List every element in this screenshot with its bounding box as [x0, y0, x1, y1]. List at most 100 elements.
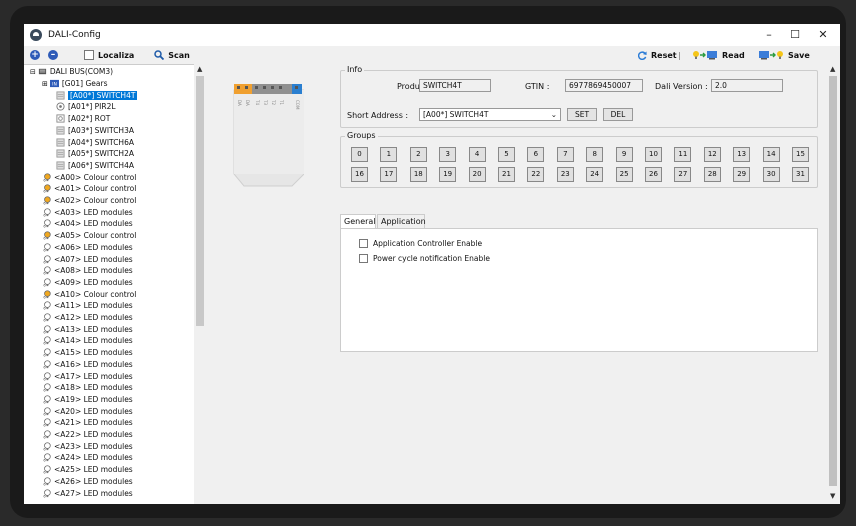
group-button[interactable]: 3: [439, 147, 457, 162]
tree-gear-item[interactable]: 6 <A25> LED modules: [42, 464, 132, 476]
tab-general[interactable]: General: [340, 214, 376, 228]
group-button[interactable]: 9: [615, 147, 633, 162]
group-button[interactable]: 10: [645, 147, 662, 162]
tree-gear-item[interactable]: 6 <A05> Colour control: [42, 230, 136, 242]
short-address-select[interactable]: [A00*] SWITCH4T ⌄: [419, 108, 561, 121]
tree-gear-item[interactable]: 6 <A13> LED modules: [42, 323, 132, 335]
group-button[interactable]: 24: [586, 167, 604, 182]
group-button[interactable]: 31: [792, 167, 809, 182]
group-button[interactable]: 17: [380, 167, 398, 182]
tree-gear-item[interactable]: 6 <A27> LED modules: [42, 487, 132, 499]
expand-toggle[interactable]: ⊞: [42, 80, 48, 88]
group-button[interactable]: 12: [703, 147, 721, 162]
group-button[interactable]: 18: [409, 167, 427, 182]
tree-gear-item[interactable]: 6 <A06> LED modules: [42, 242, 132, 254]
tree-scroll-thumb[interactable]: [196, 76, 204, 326]
tree-device-item[interactable]: [A05*] SWITCH2A: [56, 148, 134, 160]
power-cycle-row[interactable]: Power cycle notification Enable: [359, 254, 490, 263]
tree-gear-item[interactable]: 6 <A10> Colour control: [42, 288, 136, 300]
tree-gear-item[interactable]: 6 <A20> LED modules: [42, 405, 132, 417]
tree-device-item[interactable]: [A01*] PIR2L: [56, 101, 116, 113]
app-controller-row[interactable]: Application Controller Enable: [359, 239, 482, 248]
tree-gear-item[interactable]: 6 <A23> LED modules: [42, 440, 132, 452]
group-button[interactable]: 22: [527, 167, 545, 182]
power-cycle-checkbox[interactable]: [359, 254, 368, 263]
group-button[interactable]: 4: [468, 147, 486, 162]
tab-application[interactable]: Application: [377, 214, 426, 228]
scroll-up-arrow[interactable]: ▲: [197, 65, 202, 73]
set-button[interactable]: SET: [567, 108, 597, 121]
group-button[interactable]: 19: [439, 167, 457, 182]
reset-button[interactable]: Reset: [638, 51, 677, 60]
group-button[interactable]: 13: [733, 147, 751, 162]
tree-scrollbar[interactable]: ▲: [194, 64, 206, 504]
tree-gear-item[interactable]: 6 <A15> LED modules: [42, 347, 132, 359]
group-button[interactable]: 25: [615, 167, 633, 182]
save-button[interactable]: Save: [758, 50, 810, 60]
tree-device-item[interactable]: [A00*] SWITCH4T: [56, 89, 138, 101]
tree-gears[interactable]: ⊞ IN [G01] Gears: [42, 78, 107, 90]
tree-gear-item[interactable]: 6 <A00> Colour control: [42, 171, 136, 183]
group-button[interactable]: 26: [645, 167, 662, 182]
device-tree[interactable]: ⊟ DALI BUS(COM3) ⊞ IN [G01] Gears [A00*]…: [24, 64, 206, 504]
group-button[interactable]: 0: [351, 147, 368, 162]
minimize-button[interactable]: –: [760, 26, 778, 44]
maximize-button[interactable]: ☐: [786, 26, 804, 44]
group-button[interactable]: 1: [380, 147, 398, 162]
tree-gear-item[interactable]: 6 <A01> Colour control: [42, 183, 136, 195]
tree-gear-item[interactable]: 6 <A19> LED modules: [42, 394, 132, 406]
tree-gear-item[interactable]: 6 <A07> LED modules: [42, 253, 132, 265]
group-button[interactable]: 14: [762, 147, 780, 162]
group-button[interactable]: 23: [556, 167, 574, 182]
group-button[interactable]: 15: [792, 147, 809, 162]
del-button[interactable]: DEL: [603, 108, 633, 121]
group-button[interactable]: 7: [556, 147, 574, 162]
group-button[interactable]: 30: [762, 167, 780, 182]
group-button[interactable]: 27: [674, 167, 692, 182]
group-button[interactable]: 29: [733, 167, 751, 182]
group-button[interactable]: 20: [468, 167, 486, 182]
group-button[interactable]: 28: [703, 167, 721, 182]
group-button[interactable]: 5: [498, 147, 515, 162]
tree-device-item[interactable]: [A06*] SWITCH4A: [56, 160, 134, 172]
close-button[interactable]: ✕: [814, 26, 832, 44]
group-button[interactable]: 6: [527, 147, 545, 162]
tree-gear-item[interactable]: 6 <A12> LED modules: [42, 312, 132, 324]
tree-gear-item[interactable]: 6 <A16> LED modules: [42, 359, 132, 371]
tree-gear-item[interactable]: 6 <A11> LED modules: [42, 300, 132, 312]
app-controller-checkbox[interactable]: [359, 239, 368, 248]
group-button[interactable]: 2: [409, 147, 427, 162]
tree-gear-item[interactable]: 6 <A18> LED modules: [42, 382, 132, 394]
tree-gear-item[interactable]: 6 <A08> LED modules: [42, 265, 132, 277]
tree-gear-item[interactable]: 6 <A09> LED modules: [42, 277, 132, 289]
group-button[interactable]: 21: [498, 167, 515, 182]
tree-gear-item[interactable]: 6 <A21> LED modules: [42, 417, 132, 429]
tree-gear-item[interactable]: 6 <A04> LED modules: [42, 218, 132, 230]
group-button[interactable]: 16: [351, 167, 368, 182]
tree-root[interactable]: ⊟ DALI BUS(COM3): [30, 66, 113, 78]
tree-device-item[interactable]: [A02*] ROT: [56, 113, 110, 125]
tree-gear-item[interactable]: 6 <A22> LED modules: [42, 429, 132, 441]
add-button[interactable]: +: [30, 50, 40, 60]
tree-gear-item[interactable]: 6 <A03> LED modules: [42, 206, 132, 218]
tree-gear-item[interactable]: 6 <A26> LED modules: [42, 476, 132, 488]
bulb-icon: 6: [43, 371, 51, 381]
main-scroll-down-arrow[interactable]: ▼: [830, 492, 835, 500]
tree-gear-item[interactable]: 6 <A02> Colour control: [42, 195, 136, 207]
collapse-toggle[interactable]: ⊟: [30, 68, 36, 76]
tree-gear-item[interactable]: 6 <A24> LED modules: [42, 452, 132, 464]
main-scroll-thumb[interactable]: [829, 76, 837, 486]
main-scrollbar[interactable]: ▲ ▼: [826, 64, 840, 504]
scan-button[interactable]: Scan: [154, 50, 190, 60]
bulb-icon: 6: [43, 219, 51, 228]
read-button[interactable]: Read: [692, 50, 745, 60]
tree-device-item[interactable]: [A04*] SWITCH6A: [56, 136, 134, 148]
remove-button[interactable]: –: [48, 50, 58, 60]
localiza-checkbox[interactable]: [84, 50, 94, 60]
group-button[interactable]: 8: [586, 147, 604, 162]
tree-gear-item[interactable]: 6 <A14> LED modules: [42, 335, 132, 347]
tree-device-item[interactable]: [A03*] SWITCH3A: [56, 125, 134, 137]
main-scroll-up-arrow[interactable]: ▲: [830, 65, 835, 73]
group-button[interactable]: 11: [674, 147, 692, 162]
tree-gear-item[interactable]: 6 <A17> LED modules: [42, 370, 132, 382]
